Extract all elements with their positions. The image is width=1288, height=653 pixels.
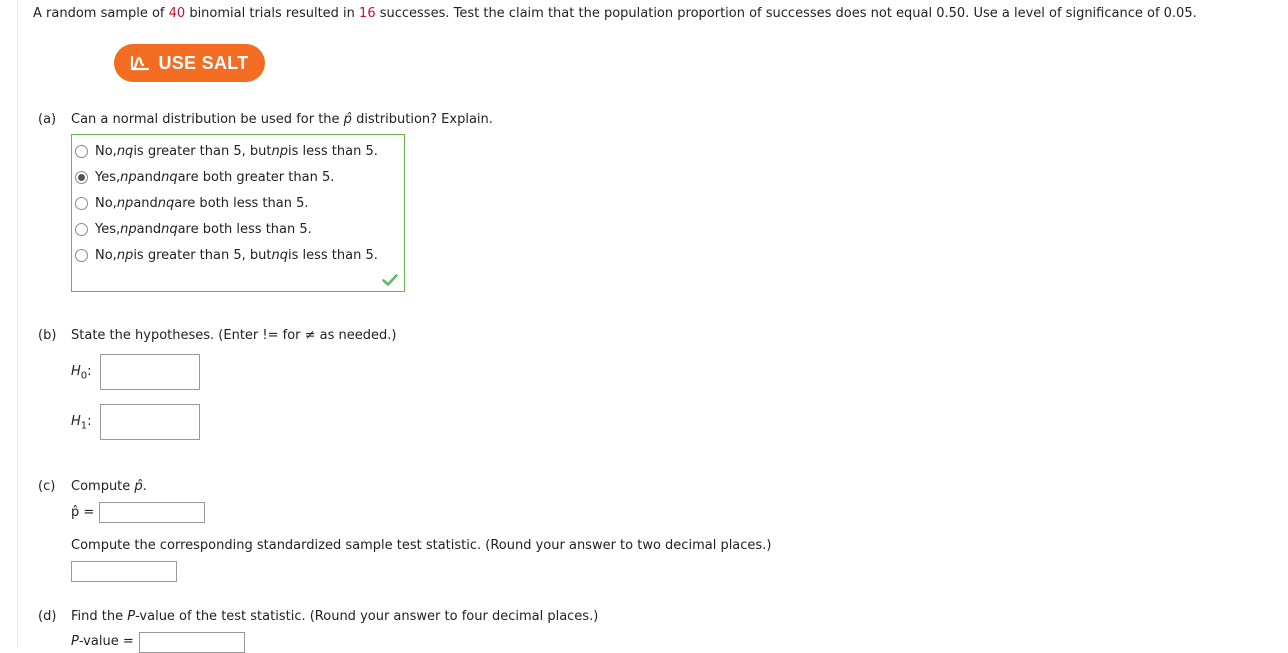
sample-size-value: 40 bbox=[168, 6, 186, 21]
radio-button[interactable] bbox=[75, 144, 88, 158]
part-a-label: (a) bbox=[38, 112, 57, 127]
use-salt-button[interactable]: USE SALT bbox=[114, 44, 265, 82]
radio-button-selected[interactable] bbox=[75, 170, 88, 184]
phat-input[interactable] bbox=[99, 502, 205, 523]
phat-label: p̂ = bbox=[71, 505, 95, 520]
part-d-label: (d) bbox=[38, 609, 57, 624]
radio-button[interactable] bbox=[75, 196, 88, 210]
h0-input[interactable] bbox=[100, 354, 200, 390]
choice-option-2[interactable]: Yes, np and nq are both greater than 5. bbox=[75, 167, 334, 187]
part-b-question: State the hypotheses. (Enter != for ≠ as… bbox=[71, 328, 397, 343]
part-a-question: Can a normal distribution be used for th… bbox=[71, 112, 493, 127]
choice-option-4[interactable]: Yes, np and nq are both less than 5. bbox=[75, 219, 312, 239]
part-c-question: Compute p̂. bbox=[71, 479, 147, 494]
pvalue-input[interactable] bbox=[139, 632, 245, 653]
choice-option-1[interactable]: No, nq is greater than 5, but np is less… bbox=[75, 141, 378, 161]
left-margin-rule bbox=[17, 0, 18, 648]
h0-label: H0: bbox=[71, 364, 92, 382]
choice-option-5[interactable]: No, np is greater than 5, but nq is less… bbox=[75, 245, 378, 265]
test-statistic-instruction: Compute the corresponding standardized s… bbox=[71, 538, 772, 553]
pvalue-label: P-value = bbox=[71, 634, 134, 649]
radio-button[interactable] bbox=[75, 248, 88, 262]
part-c-label: (c) bbox=[38, 479, 56, 494]
problem-statement: A random sample of 40 binomial trials re… bbox=[33, 6, 1197, 21]
test-statistic-input[interactable] bbox=[71, 561, 177, 582]
radio-button[interactable] bbox=[75, 222, 88, 236]
use-salt-label: USE SALT bbox=[158, 52, 249, 73]
successes-value: 16 bbox=[359, 6, 376, 21]
part-d-question: Find the P-value of the test statistic. … bbox=[71, 609, 599, 624]
h1-input[interactable] bbox=[100, 404, 200, 440]
h1-label: H1: bbox=[71, 414, 92, 432]
salt-logo-icon bbox=[131, 55, 150, 71]
checkmark-icon bbox=[382, 274, 398, 286]
choice-option-3[interactable]: No, np and nq are both less than 5. bbox=[75, 193, 308, 213]
part-a-choices: No, nq is greater than 5, but np is less… bbox=[71, 134, 405, 292]
part-b-label: (b) bbox=[38, 328, 57, 343]
